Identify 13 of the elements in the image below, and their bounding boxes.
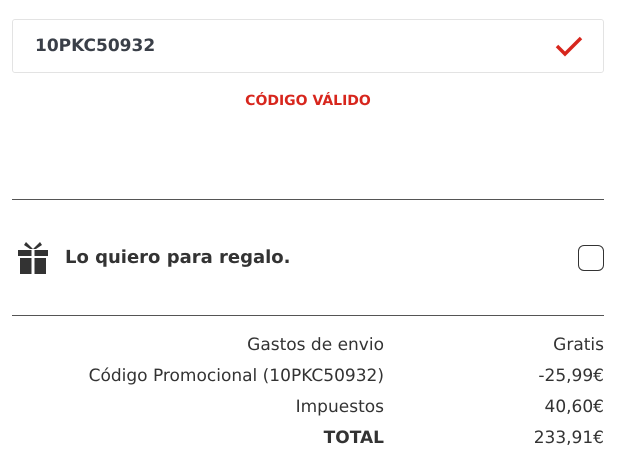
summary-label: Gastos de envio: [246, 334, 384, 357]
promo-code-field[interactable]: 10PKC50932: [12, 19, 604, 73]
summary-label: Impuestos: [294, 396, 384, 419]
gift-label: Lo quiero para regalo.: [65, 247, 292, 268]
total-label: TOTAL: [322, 427, 384, 450]
validation-message: CÓDIGO VÁLIDO: [245, 93, 371, 109]
summary-value: Gratis: [552, 334, 604, 357]
summary-value: 40,60€: [544, 396, 604, 419]
total-value: 233,91€: [532, 427, 604, 450]
summary-value: -25,99€: [537, 365, 604, 388]
summary-label: Código Promocional (10PKC50932): [88, 365, 384, 388]
gift-checkbox[interactable]: [578, 244, 604, 270]
gift-icon: [18, 240, 48, 274]
